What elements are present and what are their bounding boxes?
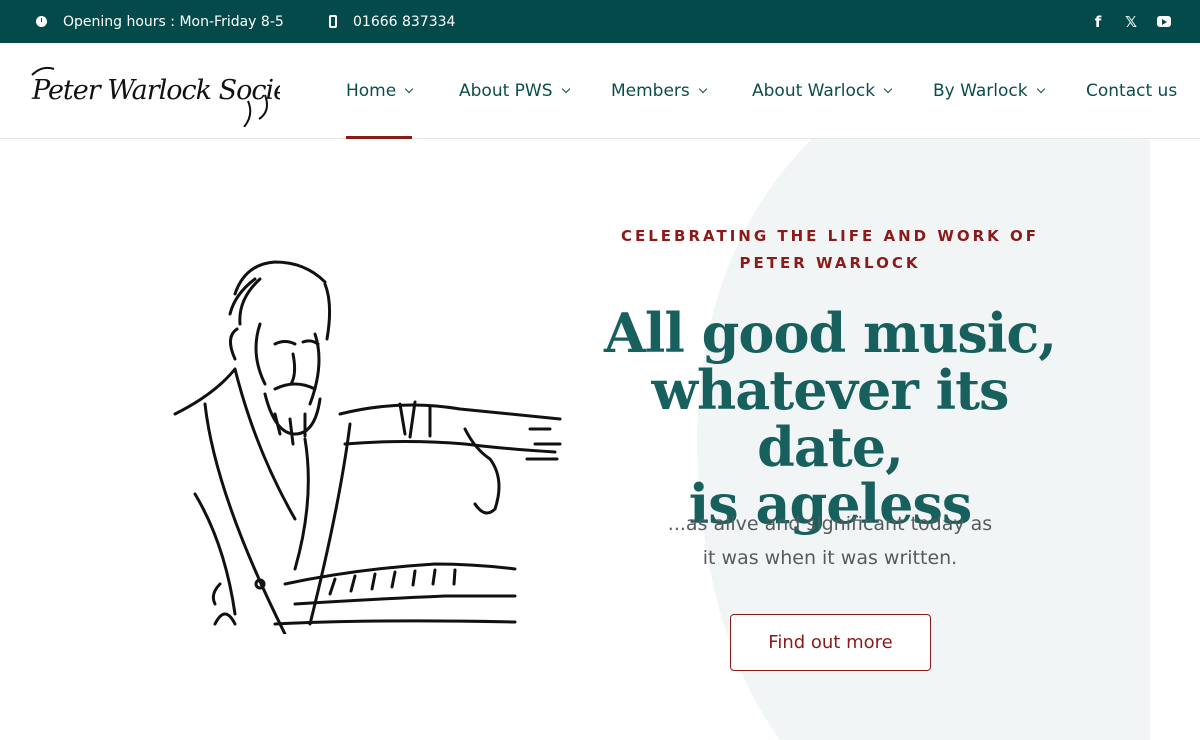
chevron-down-icon bbox=[1036, 84, 1045, 94]
nav-item-about-warlock[interactable]: About Warlock bbox=[752, 43, 893, 139]
hero-kicker-line-2: PETER WARLOCK bbox=[739, 254, 921, 272]
phone-icon bbox=[329, 15, 337, 28]
nav-item-label: About Warlock bbox=[752, 81, 876, 101]
top-bar: Opening hours : Mon-Friday 8-5 01666 837… bbox=[0, 0, 1200, 43]
hero-section: CELEBRATING THE LIFE AND WORK OF PETER W… bbox=[0, 139, 1200, 740]
hero-kicker-line-1: CELEBRATING THE LIFE AND WORK OF bbox=[620, 227, 1040, 245]
chevron-down-icon bbox=[561, 84, 570, 94]
hero-subtitle-line-1: ...as alive and significant today as bbox=[667, 513, 993, 535]
hero-headline-line-2: whatever its date, bbox=[651, 358, 1010, 479]
hero-kicker: CELEBRATING THE LIFE AND WORK OF PETER W… bbox=[600, 223, 1060, 277]
peter-warlock-sketch bbox=[173, 260, 562, 634]
youtube-icon[interactable] bbox=[1154, 0, 1174, 43]
chevron-down-icon bbox=[404, 84, 414, 94]
nav-item-label: About PWS bbox=[459, 81, 553, 101]
nav-item-home[interactable]: Home bbox=[346, 43, 414, 139]
opening-hours-text: Opening hours : Mon-Friday 8-5 bbox=[63, 13, 284, 30]
nav-item-label: Home bbox=[346, 81, 397, 101]
nav-item-contact-us[interactable]: Contact us bbox=[1086, 43, 1177, 139]
find-out-more-button[interactable]: Find out more bbox=[730, 614, 931, 671]
opening-hours: Opening hours : Mon-Friday 8-5 bbox=[36, 0, 284, 43]
main-nav: Home About PWS Members About Warlock By … bbox=[0, 43, 1200, 139]
hero-headline-line-1: All good music, bbox=[603, 301, 1057, 365]
facebook-icon[interactable]: f bbox=[1088, 0, 1108, 43]
phone-number[interactable]: 01666 837334 bbox=[329, 0, 455, 43]
clock-icon bbox=[36, 16, 47, 27]
hero-subtitle: ...as alive and significant today as it … bbox=[600, 507, 1060, 575]
nav-item-by-warlock[interactable]: By Warlock bbox=[933, 43, 1045, 139]
site-header: Peter Warlock Society Home About PWS Mem… bbox=[0, 43, 1200, 139]
nav-item-label: Contact us bbox=[1086, 81, 1178, 101]
hero-headline: All good music, whatever its date, is ag… bbox=[590, 305, 1070, 533]
x-icon[interactable]: 𝕏 bbox=[1121, 0, 1141, 43]
chevron-down-icon bbox=[883, 84, 893, 94]
phone-text[interactable]: 01666 837334 bbox=[353, 14, 455, 30]
hero-subtitle-line-2: it was when it was written. bbox=[702, 547, 958, 569]
nav-item-about-pws[interactable]: About PWS bbox=[459, 43, 570, 139]
chevron-down-icon bbox=[698, 84, 708, 94]
nav-item-label: Members bbox=[611, 81, 690, 101]
nav-item-members[interactable]: Members bbox=[611, 43, 708, 139]
nav-item-label: By Warlock bbox=[933, 81, 1028, 101]
